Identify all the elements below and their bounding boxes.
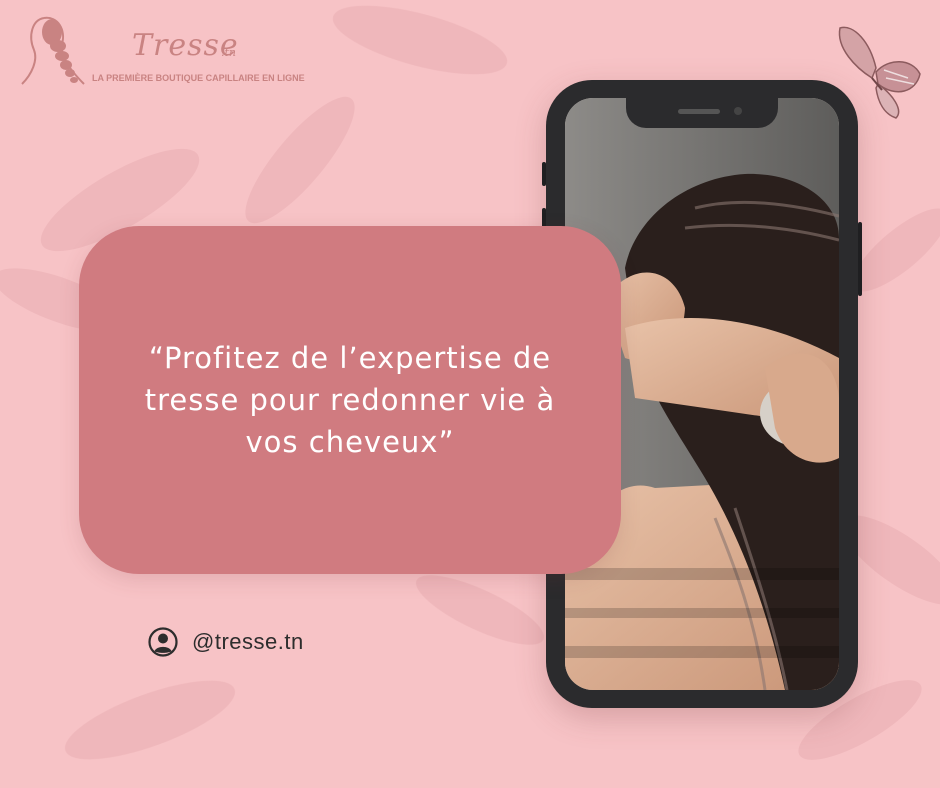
brand-tagline: LA PREMIÈRE BOUTIQUE CAPILLAIRE EN LIGNE xyxy=(92,73,305,83)
phone-speaker xyxy=(678,109,720,114)
social-handle-text: @tresse.tn xyxy=(192,629,304,654)
phone-notch xyxy=(626,98,778,128)
brand-header[interactable]: Tresse .tn LA PREMIÈRE BOUTIQUE CAPILLAI… xyxy=(14,10,314,90)
user-circle-icon xyxy=(148,627,178,657)
quote-card: “Profitez de l’expertise de tresse pour … xyxy=(79,226,621,574)
phone-camera xyxy=(734,107,742,115)
phone-power-button xyxy=(858,222,862,296)
quote-text: “Profitez de l’expertise de tresse pour … xyxy=(144,341,556,459)
social-handle[interactable]: @tresse.tn xyxy=(148,627,304,657)
brand-suffix: .tn xyxy=(221,46,237,59)
braid-silhouette-icon xyxy=(21,16,85,85)
phone-side-button xyxy=(542,162,546,186)
